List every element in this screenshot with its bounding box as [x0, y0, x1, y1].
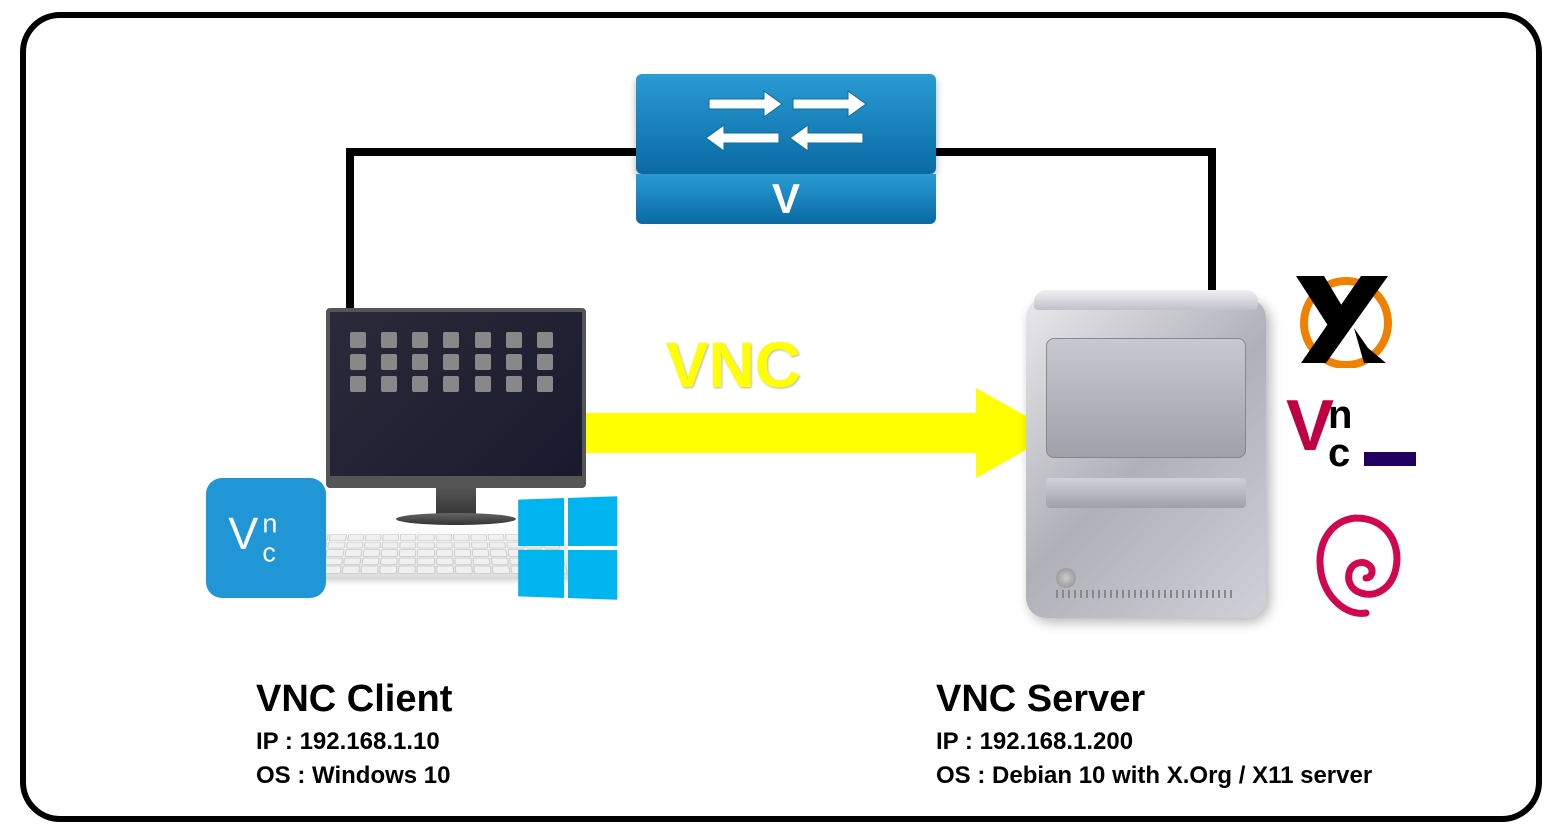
diagram-frame: V VNC — [20, 12, 1542, 822]
network-cable-left — [346, 148, 354, 308]
windows-logo-icon — [518, 496, 617, 600]
svg-text:c: c — [262, 537, 276, 567]
client-computer-icon: V n c — [226, 308, 626, 588]
switch-label: V — [636, 174, 936, 224]
svg-text:V: V — [228, 508, 258, 559]
client-ip-label: IP : — [256, 728, 300, 755]
svg-text:V: V — [1286, 388, 1334, 466]
client-os: Windows 10 — [312, 762, 450, 789]
server-label-block: VNC Server IP : 192.168.1.200 OS : Debia… — [936, 678, 1372, 792]
vnc-client-logo-icon: V n c — [206, 478, 326, 598]
server-title: VNC Server — [936, 678, 1372, 721]
xorg-logo-icon — [1286, 268, 1396, 368]
server-ip-label: IP : — [936, 728, 980, 755]
server-computer-icon — [1026, 298, 1266, 618]
client-label-block: VNC Client IP : 192.168.1.10 OS : Window… — [256, 678, 452, 792]
vnc-server-logo-icon: V n c — [1286, 388, 1416, 478]
client-os-label: OS : — [256, 762, 312, 789]
network-cable-right — [1208, 148, 1216, 300]
client-ip: 192.168.1.10 — [300, 728, 440, 755]
server-os: Debian 10 with X.Org / X11 server — [992, 762, 1372, 789]
server-os-label: OS : — [936, 762, 992, 789]
network-switch-icon: V — [636, 74, 936, 224]
client-title: VNC Client — [256, 678, 452, 721]
svg-text:n: n — [262, 509, 277, 539]
server-ip: 192.168.1.200 — [980, 728, 1133, 755]
debian-logo-icon — [1306, 508, 1406, 628]
svg-text:c: c — [1328, 431, 1350, 475]
